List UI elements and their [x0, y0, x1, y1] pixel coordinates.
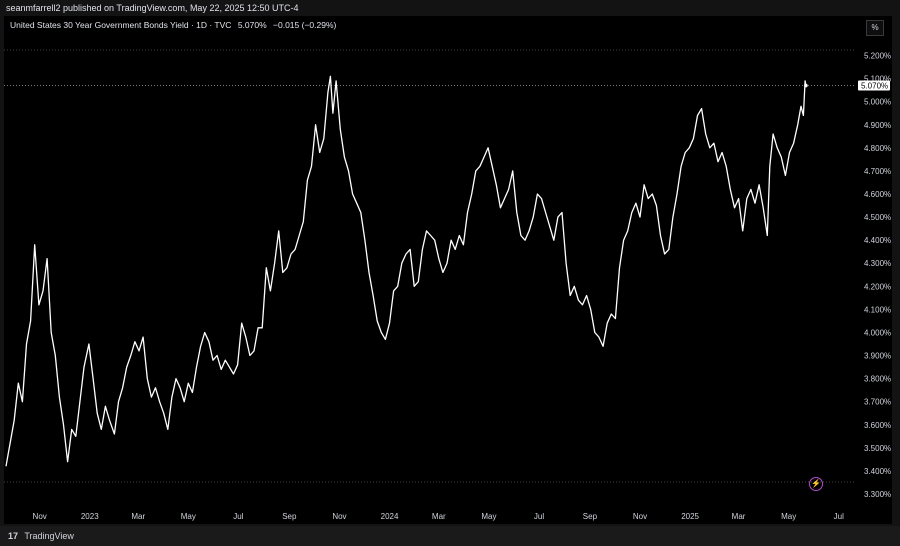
- publish-info: seanmfarrell2 published on TradingView.c…: [6, 3, 299, 13]
- x-tick-label: 2024: [381, 512, 399, 521]
- x-tick-label: 2025: [681, 512, 699, 521]
- y-tick-label: 3.500%: [864, 444, 891, 453]
- y-tick-label: 3.600%: [864, 421, 891, 430]
- chart-legend: United States 30 Year Government Bonds Y…: [10, 20, 340, 30]
- x-tick-label: Mar: [732, 512, 746, 521]
- legend-symbol: United States 30 Year Government Bonds Y…: [10, 20, 232, 30]
- footer-brand: TradingView: [24, 531, 74, 541]
- chart-pane[interactable]: 5.200% 5.100% 5.000% 4.900% 4.800% 4.700% 4.60…: [4, 16, 892, 524]
- x-tick-label: May: [781, 512, 796, 521]
- lightning-icon[interactable]: ⚡: [809, 477, 823, 491]
- price-chart[interactable]: 5.200%5.100%5.000%4.900%4.800%4.700%4.60…: [4, 16, 892, 524]
- y-tick-label: 4.400%: [864, 236, 891, 245]
- footer-bar: 17 TradingView: [0, 526, 900, 546]
- y-tick-label: 4.500%: [864, 213, 891, 222]
- x-tick-label: May: [181, 512, 196, 521]
- x-tick-label: Nov: [332, 512, 346, 521]
- legend-change: −0.015 (−0.29%): [273, 20, 337, 30]
- y-tick-label: 3.900%: [864, 352, 891, 361]
- y-tick-label: 3.800%: [864, 375, 891, 384]
- x-tick-label: Sep: [583, 512, 598, 521]
- y-tick-label: 4.600%: [864, 190, 891, 199]
- y-tick-label: 4.800%: [864, 144, 891, 153]
- x-tick-label: Sep: [282, 512, 297, 521]
- y-tick-label: 5.000%: [864, 98, 891, 107]
- x-tick-label: Nov: [633, 512, 647, 521]
- tradingview-logo-icon: 17: [8, 531, 19, 541]
- percent-scale-button[interactable]: %: [866, 20, 884, 36]
- y-tick-label: 3.700%: [864, 398, 891, 407]
- x-tick-label: Mar: [131, 512, 145, 521]
- x-tick-label: Jul: [534, 512, 544, 521]
- x-tick-label: Jul: [834, 512, 844, 521]
- x-tick-label: May: [481, 512, 496, 521]
- y-tick-label: 5.200%: [864, 52, 891, 61]
- y-tick-label: 4.300%: [864, 259, 891, 268]
- last-price-dot: [804, 83, 808, 88]
- last-value-marker: 5.070%: [858, 80, 890, 91]
- y-tick-label: 4.000%: [864, 328, 891, 337]
- y-axis-ticks: 5.200%5.100%5.000%4.900%4.800%4.700%4.60…: [864, 52, 891, 499]
- y-tick-label: 4.200%: [864, 282, 891, 291]
- x-axis-ticks: Nov 2023 Mar May Jul Sep Nov 2024 Mar May Jul Sep No…: [33, 512, 845, 521]
- y-tick-label: 4.100%: [864, 305, 891, 314]
- x-tick-label: Jul: [233, 512, 243, 521]
- legend-value: 5.070%: [237, 20, 267, 30]
- yield-series-line: [5, 75, 807, 467]
- x-tick-label: Nov: [33, 512, 47, 521]
- y-tick-label: 4.700%: [864, 167, 891, 176]
- x-tick-label: Mar: [432, 512, 446, 521]
- x-tick-label: 2023: [81, 512, 99, 521]
- last-value-label: 5.070%: [861, 82, 888, 91]
- y-tick-label: 3.300%: [864, 490, 891, 499]
- y-tick-label: 4.900%: [864, 121, 891, 130]
- tradingview-frame: seanmfarrell2 published on TradingView.c…: [0, 0, 900, 546]
- y-tick-label: 3.400%: [864, 467, 891, 476]
